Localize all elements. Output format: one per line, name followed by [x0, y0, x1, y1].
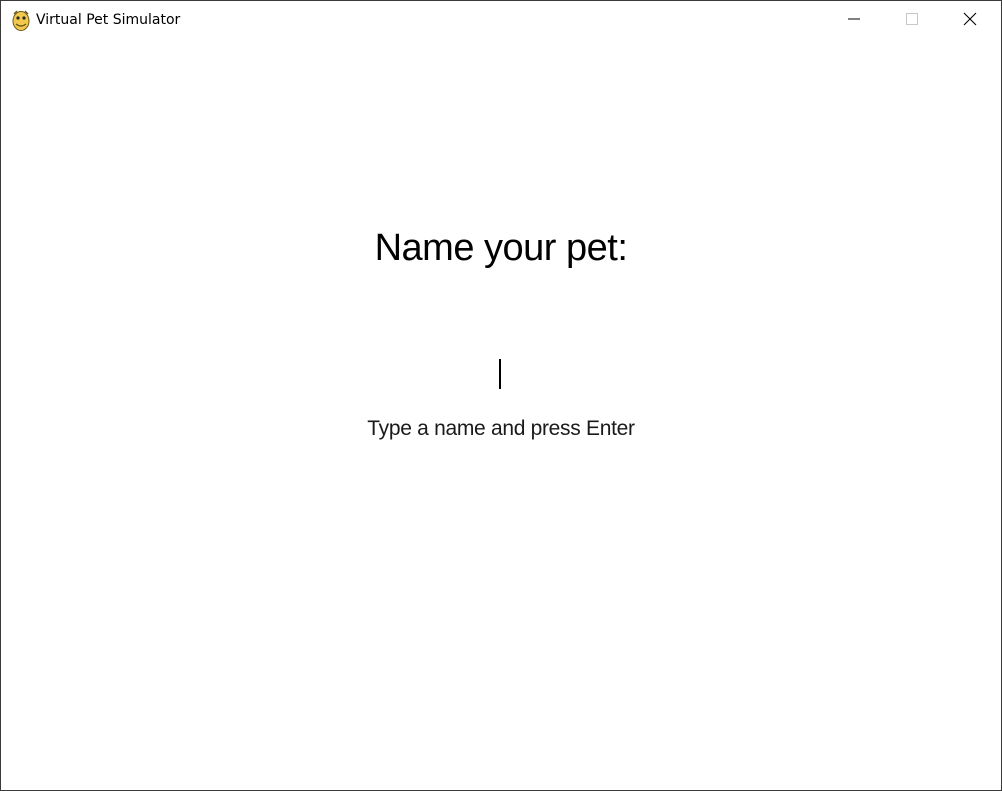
close-button[interactable]	[941, 1, 999, 41]
minimize-icon	[848, 12, 860, 30]
app-window: Virtual Pet Simulator Name your pet: Typ…	[0, 0, 1002, 791]
instruction-text: Type a name and press Enter	[367, 417, 635, 440]
python-snake-icon	[11, 10, 31, 32]
minimize-button[interactable]	[825, 1, 883, 41]
window-title: Virtual Pet Simulator	[36, 12, 181, 28]
maximize-button[interactable]	[883, 1, 941, 41]
maximize-icon	[906, 12, 918, 30]
game-canvas: Name your pet: Type a name and press Ent…	[1, 41, 1001, 790]
page-title: Name your pet:	[374, 227, 628, 269]
close-icon	[963, 12, 977, 31]
text-caret	[499, 359, 501, 389]
pet-name-input[interactable]	[301, 351, 701, 395]
title-bar[interactable]: Virtual Pet Simulator	[1, 1, 1001, 41]
